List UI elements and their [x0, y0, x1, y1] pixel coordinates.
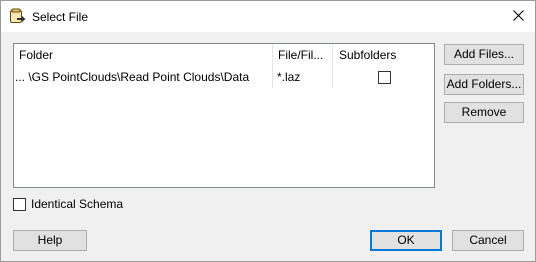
- add-files-button[interactable]: Add Files...: [444, 44, 524, 65]
- folder-cell[interactable]: ... \GS PointClouds\Read Point Clouds\Da…: [14, 66, 273, 88]
- ok-button[interactable]: OK: [370, 230, 442, 251]
- remove-button[interactable]: Remove: [444, 102, 524, 123]
- subfolders-cell: [333, 66, 434, 88]
- cancel-button[interactable]: Cancel: [452, 230, 524, 251]
- subfolders-checkbox[interactable]: [378, 71, 391, 84]
- table-row[interactable]: ... \GS PointClouds\Read Point Clouds\Da…: [14, 66, 434, 88]
- file-filter-cell[interactable]: *.laz: [273, 66, 333, 88]
- identical-schema-label: Identical Schema: [31, 197, 124, 211]
- column-header-file-filter[interactable]: File/Fil...: [273, 44, 333, 66]
- window-title: Select File: [32, 10, 89, 24]
- fme-document-icon: [9, 8, 26, 25]
- identical-schema-checkbox[interactable]: [13, 197, 26, 211]
- table-header: Folder File/Fil... Subfolders: [14, 44, 434, 66]
- help-button[interactable]: Help: [13, 230, 87, 251]
- close-button[interactable]: [501, 1, 535, 32]
- select-file-dialog: Select File Folder File/Fil... Subfolder…: [0, 0, 536, 262]
- column-header-folder[interactable]: Folder: [14, 44, 273, 66]
- close-icon: [512, 9, 524, 24]
- title-bar: Select File: [1, 1, 535, 32]
- add-folders-button[interactable]: Add Folders...: [444, 74, 524, 95]
- file-table[interactable]: Folder File/Fil... Subfolders ... \GS Po…: [13, 43, 435, 188]
- column-header-subfolders[interactable]: Subfolders: [333, 44, 434, 66]
- identical-schema-option[interactable]: Identical Schema: [13, 197, 123, 211]
